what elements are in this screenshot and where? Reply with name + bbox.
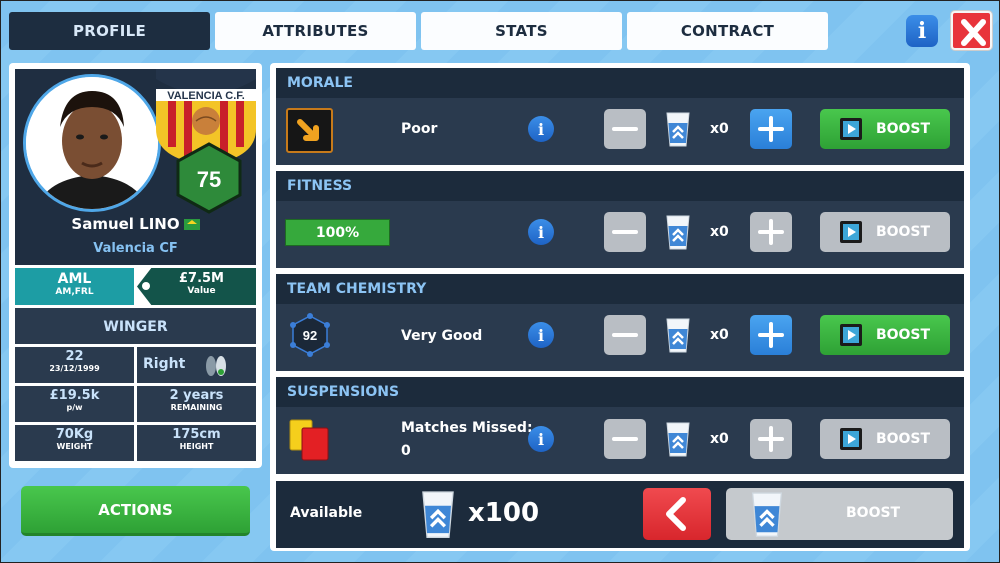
info-icon[interactable]: i (906, 15, 938, 47)
wage: £19.5k (49, 388, 100, 403)
morale-info-icon[interactable]: i (528, 116, 554, 142)
chemistry-plus-button[interactable] (750, 315, 792, 355)
chemistry-value: 92 (303, 328, 317, 343)
role-cell: WINGER (15, 308, 256, 344)
fitness-bar: 100% (285, 219, 390, 246)
position-main: AML (57, 271, 92, 287)
fitness-count: x0 (710, 224, 729, 240)
video-icon (839, 428, 862, 450)
suspensions-count: x0 (710, 431, 729, 447)
video-icon (839, 118, 862, 140)
suspension-status: Matches Missed: (401, 420, 533, 436)
age: 22 (65, 349, 84, 364)
brazil-flag-icon (183, 219, 200, 230)
value-tag: £7.5M Value (137, 268, 256, 305)
suspensions-plus-button[interactable] (750, 419, 792, 459)
chemistry-boost-label: BOOST (875, 327, 931, 343)
player-name-text: Samuel LINO (71, 215, 180, 233)
club-name: Valencia CF (93, 241, 178, 256)
height-cell: 175cm HEIGHT (137, 425, 256, 461)
position-box: AML AM,FRL (15, 268, 134, 305)
video-icon (839, 324, 862, 346)
morale-plus-button[interactable] (750, 109, 792, 149)
fitness-info-icon[interactable]: i (528, 219, 554, 245)
age-cell: 22 23/12/1999 (15, 347, 134, 383)
crest-text: VALENCIA C.F. (167, 90, 245, 102)
chevron-left-icon (666, 497, 686, 531)
morale-boost-label: BOOST (875, 121, 931, 137)
chemistry-icon: 92 (290, 313, 330, 357)
suspensions-minus-button[interactable] (604, 419, 646, 459)
contract-cell: 2 years REMAINING (137, 386, 256, 422)
dob: 23/12/1999 (49, 364, 100, 373)
position-alternates: AM,FRL (55, 287, 94, 297)
chemistry-minus-button[interactable] (604, 315, 646, 355)
weight-label: WEIGHT (56, 442, 93, 451)
boots-icon (206, 356, 226, 376)
suspension-matches: 0 (401, 443, 411, 459)
weight-cell: 70Kg WEIGHT (15, 425, 134, 461)
morale-status: Poor (401, 121, 438, 137)
fitness-boost-button[interactable]: BOOST (820, 212, 950, 252)
section-header-suspensions: SUSPENSIONS (276, 377, 964, 407)
section-header-fitness: FITNESS (276, 171, 964, 201)
available-count: x100 (468, 498, 540, 528)
drink-cup-icon (666, 422, 690, 457)
value-amount: £7.5M (178, 271, 224, 286)
drink-cup-icon (666, 112, 690, 147)
wage-label: p/w (66, 403, 83, 412)
tab-stats[interactable]: STATS (421, 12, 622, 50)
chemistry-boost-button[interactable]: BOOST (820, 315, 950, 355)
fitness-plus-button[interactable] (750, 212, 792, 252)
section-header-morale: MORALE (276, 68, 964, 98)
height-label: HEIGHT (179, 442, 214, 451)
arrow-down-right-icon (286, 108, 333, 153)
close-icon (961, 19, 986, 46)
main-boost-button[interactable]: BOOST (726, 488, 953, 540)
wage-cell: £19.5k p/w (15, 386, 134, 422)
drink-cup-icon (666, 215, 690, 250)
role: WINGER (103, 319, 168, 335)
available-label: Available (290, 505, 363, 521)
video-icon (839, 221, 862, 243)
suspensions-boost-button[interactable]: BOOST (820, 419, 950, 459)
drink-cup-icon (422, 491, 454, 538)
drink-cup-icon (666, 318, 690, 353)
weight: 70Kg (55, 427, 94, 442)
morale-count: x0 (710, 121, 729, 137)
tab-attributes[interactable]: ATTRIBUTES (215, 12, 416, 50)
section-header-chemistry: TEAM CHEMISTRY (276, 274, 964, 304)
morale-minus-button[interactable] (604, 109, 646, 149)
drink-cup-icon (751, 492, 783, 537)
chemistry-status: Very Good (401, 328, 483, 344)
preferred-foot: Right (143, 356, 186, 372)
actions-button[interactable]: ACTIONS (21, 486, 250, 536)
back-button[interactable] (643, 488, 711, 540)
tab-profile[interactable]: PROFILE (9, 12, 210, 50)
rating-value: 75 (197, 167, 221, 192)
chemistry-info-icon[interactable]: i (528, 322, 554, 348)
cards-icon (289, 419, 329, 461)
morale-boost-button[interactable]: BOOST (820, 109, 950, 149)
overall-rating-badge: 75 (176, 142, 242, 214)
contract-label: REMAINING (170, 403, 223, 412)
suspensions-info-icon[interactable]: i (528, 426, 554, 452)
tab-contract[interactable]: CONTRACT (627, 12, 828, 50)
value-label: Value (187, 286, 216, 296)
fitness-boost-label: BOOST (875, 224, 931, 240)
tag-hole (142, 282, 150, 290)
contract-length: 2 years (169, 388, 224, 403)
player-avatar (23, 74, 161, 212)
foot-cell: Right (137, 347, 256, 383)
height: 175cm (172, 427, 221, 442)
player-name: Samuel LINO (15, 215, 256, 233)
close-button[interactable] (951, 11, 992, 50)
chemistry-count: x0 (710, 327, 729, 343)
suspensions-boost-label: BOOST (875, 431, 931, 447)
fitness-minus-button[interactable] (604, 212, 646, 252)
main-boost-label: BOOST (846, 505, 901, 521)
